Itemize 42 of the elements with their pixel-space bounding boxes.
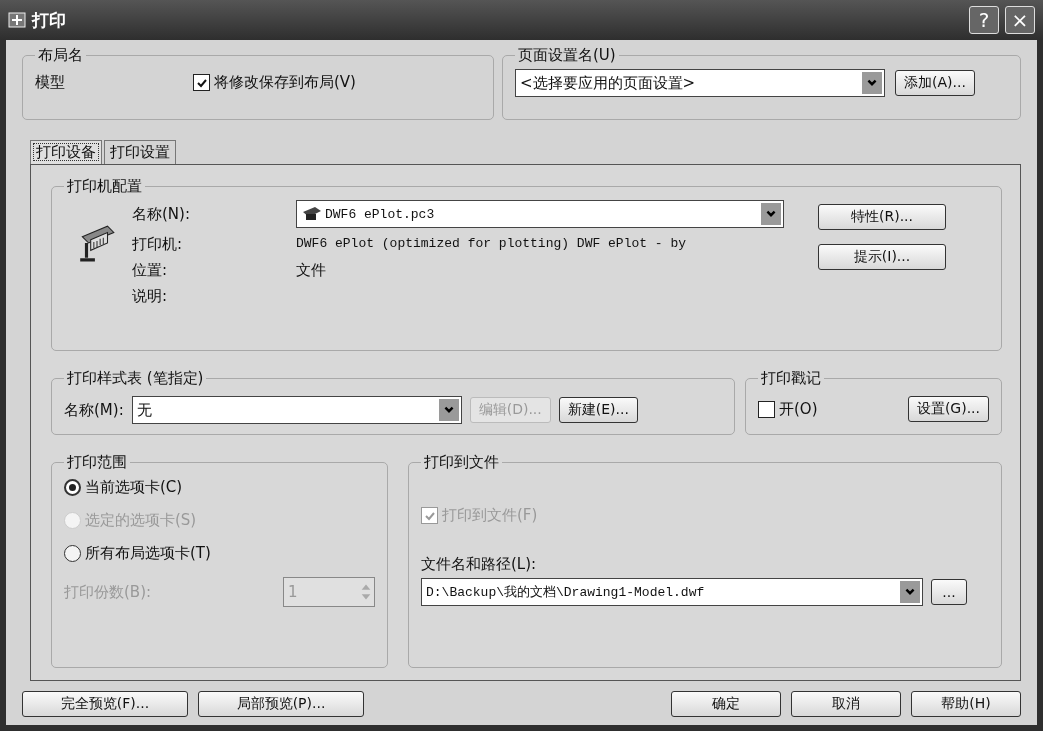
- group-label: 打印样式表 (笔指定): [66, 369, 205, 388]
- stamp-checkbox[interactable]: 开(O): [758, 399, 818, 419]
- tab[interactable]: 打印设置: [104, 140, 176, 164]
- layout-name: 模型: [35, 73, 65, 92]
- help-button[interactable]: ?: [969, 6, 999, 34]
- group-label: 布局名: [37, 46, 84, 65]
- field-label: 名称(N):: [132, 204, 191, 224]
- app-icon: [8, 11, 26, 29]
- field-label: 名称(M):: [64, 400, 124, 420]
- field-value: DWF6 ePlot (optimized for plotting) DWF ePlot - by: [296, 235, 688, 253]
- field-label: 打印份数(B):: [64, 582, 152, 602]
- dialog-button[interactable]: 取消: [791, 691, 901, 717]
- add-button[interactable]: 添加(A)...: [895, 70, 975, 96]
- group-label: 打印到文件: [423, 453, 500, 472]
- preview-button[interactable]: 局部预览(P)...: [198, 691, 364, 717]
- group-label: 打印戳记: [760, 369, 822, 388]
- printer-button[interactable]: 特性(R)...: [818, 204, 946, 230]
- stamp-settings-button[interactable]: 设置(G)...: [907, 396, 989, 422]
- file-path-dropdown[interactable]: D:\Backup\我的文档\Drawing1-Model.dwf: [421, 578, 923, 606]
- radio-option[interactable]: 所有布局选项卡(T): [64, 544, 211, 563]
- printer-button[interactable]: 提示(I)...: [818, 244, 946, 270]
- printer-dropdown[interactable]: DWF6 ePlot.pc3: [296, 200, 784, 228]
- plot-style-dropdown[interactable]: 无: [131, 396, 462, 424]
- field-label: 文件名和路径(L):: [421, 555, 538, 574]
- dialog-button[interactable]: 帮助(H): [911, 691, 1021, 717]
- page-setup-dropdown[interactable]: <选择要应用的页面设置>: [515, 69, 885, 97]
- group-label: 打印机配置: [66, 177, 143, 196]
- radio-option[interactable]: 当前选项卡(C): [64, 478, 183, 497]
- field-label: 打印机:: [132, 234, 184, 254]
- checkbox-label: 开(O): [779, 399, 818, 419]
- preview-button[interactable]: 完全预览(F)...: [22, 691, 188, 717]
- browse-button[interactable]: ...: [931, 579, 967, 605]
- dialog-button[interactable]: 确定: [671, 691, 781, 717]
- field-label: 说明:: [132, 286, 169, 306]
- field-value: 文件: [296, 260, 327, 280]
- group-label: 打印范围: [66, 453, 128, 472]
- close-button[interactable]: ×: [1005, 6, 1035, 34]
- field-label: 位置:: [132, 260, 169, 280]
- tab[interactable]: 打印设备: [30, 140, 102, 164]
- group-label: 页面设置名(U): [517, 46, 617, 65]
- style-button[interactable]: 新建(E)...: [558, 397, 638, 423]
- window-title: 打印: [32, 8, 66, 32]
